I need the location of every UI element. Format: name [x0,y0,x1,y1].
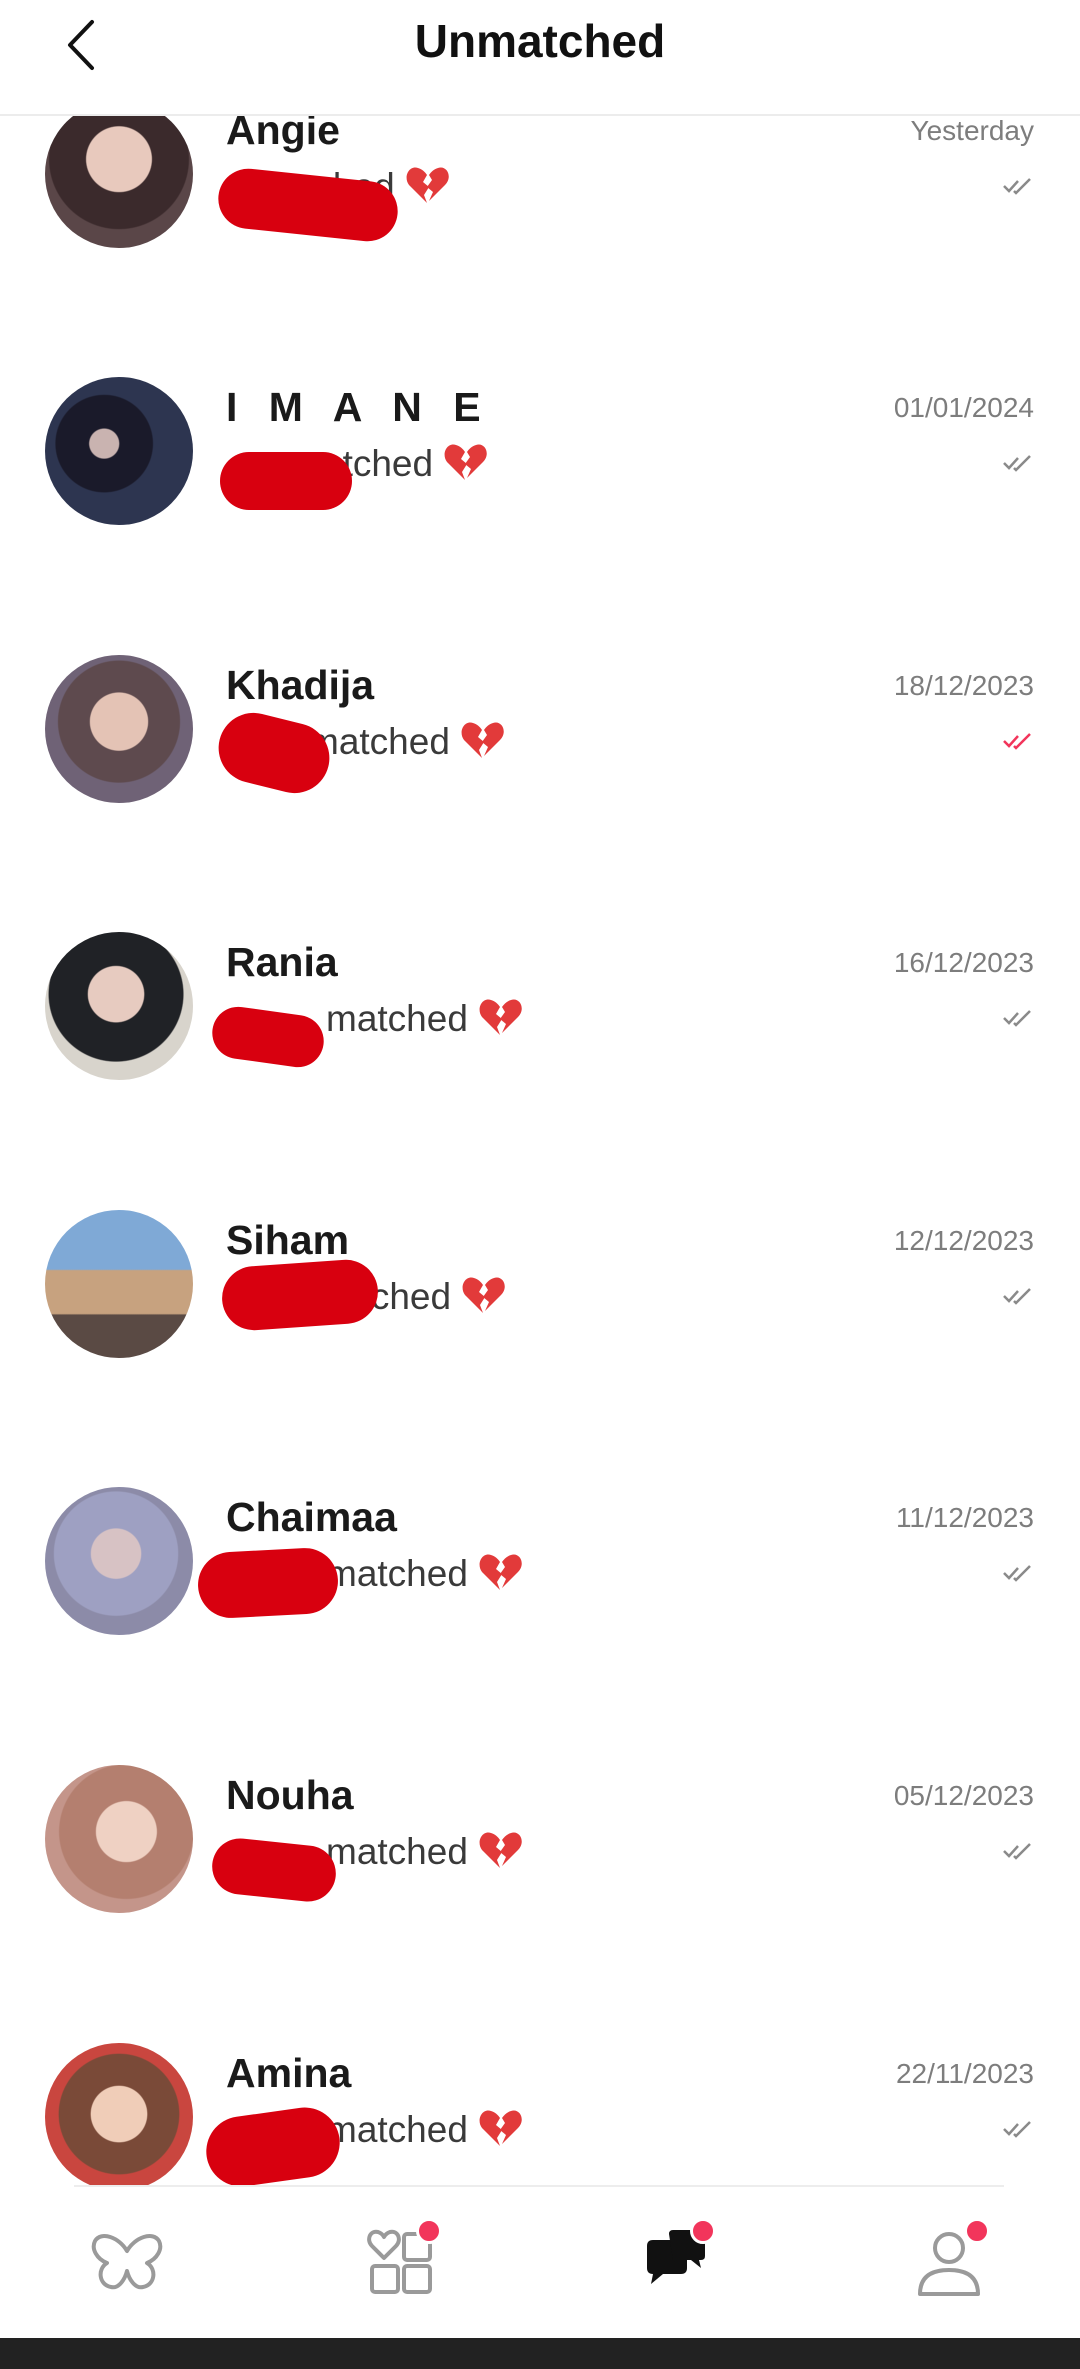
notification-badge [964,2218,990,2244]
page-title: Unmatched [414,15,666,67]
avatar [45,655,193,803]
double-check-icon [1003,1288,1031,1305]
message-date: 12/12/2023 [893,1225,1034,1256]
notification-badge [416,2218,442,2244]
double-check-icon [1003,178,1031,195]
contact-name: Rania [226,939,338,985]
avatar [45,932,193,1080]
contact-name: Amina [226,2050,352,2096]
message-date: 16/12/2023 [893,947,1034,978]
chat-row-rania[interactable]: Rania 16/12/2023 matched [0,932,1080,1167]
nav-profile[interactable] [904,2218,994,2308]
avatar [45,1210,193,1358]
redaction-mark [220,452,352,510]
chat-row-khadija[interactable]: Khadija 18/12/2023 matched [0,655,1080,890]
avatar [45,1487,193,1635]
butterfly-icon [91,2234,163,2290]
broken-heart-icon [478,1830,522,1879]
chat-row-chaimaa[interactable]: Chaimaa 11/12/2023 matched [0,1487,1080,1722]
double-check-icon [1003,2121,1031,2138]
contact-name: I M A N E [226,384,491,430]
redaction-mark [219,1257,381,1333]
divider [74,2185,1004,2187]
message-date: 01/01/2024 [893,392,1034,423]
nav-discover[interactable] [82,2218,172,2308]
system-navigation-bar [0,2338,1080,2369]
broken-heart-icon [461,1275,505,1324]
unmatched-list: Angie Yesterday Cmatched I M A N E 01/01… [0,0,1080,2185]
avatar [45,1765,193,1913]
double-check-icon [1003,733,1031,750]
chat-row-siham[interactable]: Siham 12/12/2023 atched [0,1210,1080,1445]
broken-heart-icon [443,442,487,491]
message-date: 18/12/2023 [893,670,1034,701]
broken-heart-icon [405,165,449,214]
broken-heart-icon [478,2108,522,2157]
contact-name: Nouha [226,1772,354,1818]
nav-chat[interactable] [630,2218,720,2308]
broken-heart-icon [478,997,522,1046]
double-check-icon [1003,455,1031,472]
bottom-nav [0,2188,1080,2338]
broken-heart-icon [478,1552,522,1601]
avatar [45,2043,193,2185]
double-check-icon [1003,1565,1031,1582]
contact-name: Chaimaa [226,1494,397,1540]
redaction-mark [196,1546,340,1620]
nav-matches[interactable] [356,2218,446,2308]
redaction-mark [201,2103,345,2185]
avatar [45,377,193,525]
top-bar: Unmatched [0,0,1080,116]
double-check-icon [1003,1843,1031,1860]
chat-row-amina[interactable]: Amina 22/11/2023 matched [0,2043,1080,2185]
message-date: 11/12/2023 [895,1502,1034,1533]
message-date: 22/11/2023 [895,2058,1034,2089]
broken-heart-icon [460,720,504,769]
notification-badge [690,2218,716,2244]
message-date: 05/12/2023 [893,1780,1034,1811]
chat-row-angie[interactable]: Angie Yesterday Cmatched [0,100,1080,335]
double-check-icon [1003,1010,1031,1027]
avatar [45,100,193,248]
chat-row-imane[interactable]: I M A N E 01/01/2024 atched [0,377,1080,612]
message-date: Yesterday [910,115,1035,146]
contact-name: Khadija [226,662,375,708]
contact-name: Siham [226,1217,350,1263]
chat-row-nouha[interactable]: Nouha 05/12/2023 matched [0,1765,1080,2000]
